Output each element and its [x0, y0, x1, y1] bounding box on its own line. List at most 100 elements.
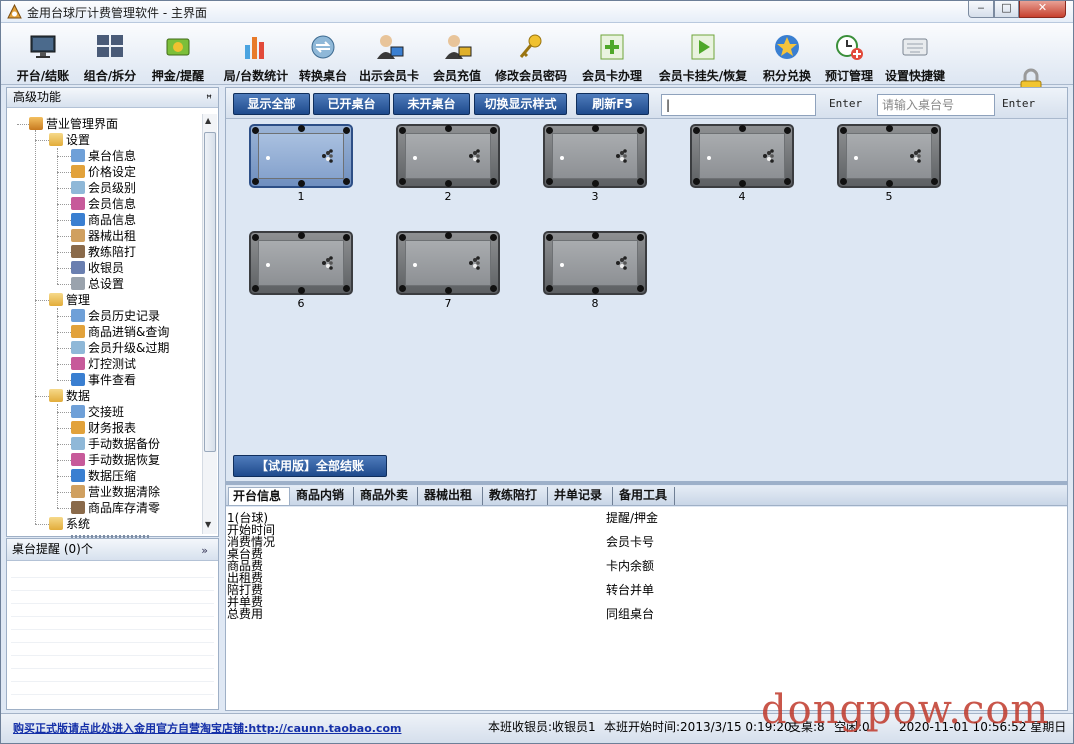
- tree-item[interactable]: 会员信息: [71, 196, 136, 212]
- tree-item[interactable]: 灯控测试: [71, 356, 136, 372]
- tree-folder[interactable]: 管理: [49, 292, 90, 308]
- toolbar-button[interactable]: 押金/提醒: [147, 27, 209, 83]
- toolbar-button[interactable]: 会员卡办理: [579, 27, 645, 83]
- tree-item[interactable]: 价格设定: [71, 164, 136, 180]
- function-icon: [71, 341, 85, 354]
- ball-rack-icon: [469, 149, 480, 163]
- pool-table[interactable]: 3: [543, 124, 647, 204]
- toolbar-label: 组合/拆分: [83, 69, 137, 83]
- tree-root[interactable]: 营业管理界面: [29, 116, 118, 132]
- scroll-thumb[interactable]: [204, 132, 216, 452]
- pool-table[interactable]: 6: [249, 231, 353, 311]
- checkout-all-button[interactable]: 【试用版】全部结账: [233, 455, 387, 477]
- tree-item[interactable]: 收银员: [71, 260, 124, 276]
- tab[interactable]: 商品内销: [292, 487, 354, 505]
- tree-item[interactable]: 商品信息: [71, 212, 136, 228]
- keyboard-icon: [902, 38, 928, 56]
- tab[interactable]: 备用工具: [615, 487, 675, 505]
- tree-folder[interactable]: 系统: [49, 516, 90, 532]
- tree-item[interactable]: 手动数据备份: [71, 436, 160, 452]
- pool-table[interactable]: 5: [837, 124, 941, 204]
- tree-item[interactable]: 财务报表: [71, 420, 136, 436]
- pool-table[interactable]: 8: [543, 231, 647, 311]
- money-icon: [166, 38, 190, 56]
- toolbar-button[interactable]: 积分兑换: [760, 27, 814, 83]
- pocket: [637, 127, 644, 134]
- toolbar-button[interactable]: 转换桌台: [297, 27, 349, 83]
- pocket: [739, 180, 746, 187]
- tree-item[interactable]: 商品进销&查询: [71, 324, 169, 340]
- info-label: 会员卡号: [606, 535, 655, 549]
- tab[interactable]: 并单记录: [550, 487, 613, 505]
- function-icon: [71, 485, 85, 498]
- tree-item[interactable]: 事件查看: [71, 372, 136, 388]
- reminder-header[interactable]: 桌台提醒 (0)个 »: [7, 539, 218, 561]
- pocket: [931, 127, 938, 134]
- search-input[interactable]: |: [661, 94, 816, 116]
- toolbar-button[interactable]: 修改会员密码: [492, 27, 570, 83]
- pocket: [840, 127, 847, 134]
- closed-tables-button[interactable]: 未开桌台: [393, 93, 470, 115]
- pool-table[interactable]: 2: [396, 124, 500, 204]
- scroll-up-icon[interactable]: ▲: [205, 116, 211, 125]
- tree-item[interactable]: 总设置: [71, 276, 124, 292]
- tree-item[interactable]: 手动数据恢复: [71, 452, 160, 468]
- tree-folder[interactable]: 设置: [49, 132, 90, 148]
- pool-table[interactable]: 4: [690, 124, 794, 204]
- toolbar-button[interactable]: 设置快捷键: [883, 27, 947, 83]
- open-tables-button[interactable]: 已开桌台: [313, 93, 390, 115]
- toolbar-button[interactable]: 局/台数统计: [216, 27, 296, 83]
- pane-splitter[interactable]: [226, 481, 1067, 485]
- toolbar-button[interactable]: 开台/结账: [13, 27, 73, 83]
- switch-style-button[interactable]: 切换显示样式: [474, 93, 567, 115]
- tree-label: 桌台信息: [88, 149, 137, 163]
- toolbar-button[interactable]: 预订管理: [823, 27, 875, 83]
- show-all-button[interactable]: 显示全部: [233, 93, 310, 115]
- tree-item[interactable]: 会员级别: [71, 180, 136, 196]
- tree-item[interactable]: 数据压缩: [71, 468, 136, 484]
- table-felt: [249, 231, 353, 295]
- tab[interactable]: 器械出租: [420, 487, 483, 505]
- pocket: [784, 178, 791, 185]
- tree-scrollbar[interactable]: ▲ ▼: [202, 114, 217, 534]
- pool-table[interactable]: 7: [396, 231, 500, 311]
- info-label: 同组桌台: [606, 607, 655, 621]
- reminder-list: [11, 565, 214, 707]
- tree-item[interactable]: 商品库存清零: [71, 500, 160, 516]
- tree-label: 营业数据清除: [88, 485, 161, 499]
- table-info-panel: 1(台球) 开始时间 消费情况 桌台费 商品费 出租费 陪打费 并单费 总费用 提醒/押金 会员卡号…: [226, 507, 1067, 710]
- toolbar-button[interactable]: 会员充值: [431, 27, 483, 83]
- tab[interactable]: 商品外卖: [356, 487, 418, 505]
- clock-add-icon: [836, 35, 863, 60]
- cue-ball-icon: [560, 263, 564, 267]
- tree-item[interactable]: 营业数据清除: [71, 484, 160, 500]
- scroll-down-icon[interactable]: ▼: [205, 520, 211, 529]
- tree-item[interactable]: 会员升级&过期: [71, 340, 169, 356]
- ball-rack-icon: [616, 256, 627, 270]
- main-window: 金用台球厅计费管理软件 - 主界面 ‒ □ ✕ 开台/结账 组合/拆分 押金/提醒 局…: [0, 0, 1074, 744]
- collapse-icon[interactable]: »: [201, 540, 208, 561]
- tree-item[interactable]: 教练陪打: [71, 244, 136, 260]
- tab[interactable]: 开台信息: [228, 487, 290, 505]
- maximize-button[interactable]: □: [994, 1, 1019, 18]
- toolbar-button[interactable]: 会员卡挂失/恢复: [653, 27, 753, 83]
- toolbar-button[interactable]: 组合/拆分: [80, 27, 140, 83]
- tab[interactable]: 教练陪打: [485, 487, 548, 505]
- tree-label: 收银员: [88, 261, 125, 275]
- table-number-input[interactable]: 请输入桌台号: [877, 94, 995, 116]
- refresh-button[interactable]: 刷新F5: [576, 93, 649, 115]
- minimize-button[interactable]: ‒: [968, 1, 994, 18]
- close-button[interactable]: ✕: [1019, 1, 1066, 18]
- pocket: [445, 180, 452, 187]
- tree-item[interactable]: 交接班: [71, 404, 124, 420]
- tree-item[interactable]: 桌台信息: [71, 148, 136, 164]
- function-icon: [71, 309, 85, 322]
- tree-item[interactable]: 器械出租: [71, 228, 136, 244]
- pool-table[interactable]: 1: [249, 124, 353, 204]
- buy-link[interactable]: 购买正式版请点此处进入金用官方自营淘宝店铺:http://caunn.taoba…: [13, 720, 401, 736]
- pin-icon[interactable]: ꟸ: [206, 90, 212, 109]
- tree-item[interactable]: 会员历史记录: [71, 308, 160, 324]
- toolbar-button[interactable]: 出示会员卡: [357, 27, 421, 83]
- tree-label: 数据: [66, 389, 91, 403]
- tree-folder[interactable]: 数据: [49, 388, 90, 404]
